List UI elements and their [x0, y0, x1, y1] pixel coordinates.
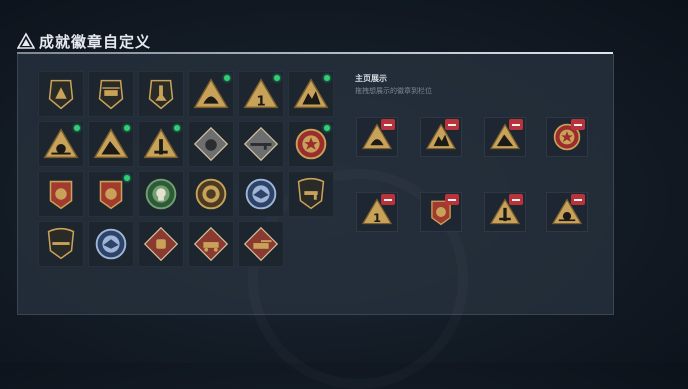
new-indicator-dot: [124, 125, 130, 131]
badge-tile[interactable]: [38, 71, 84, 117]
showcase-slot[interactable]: [356, 117, 398, 157]
remove-badge-button[interactable]: [509, 119, 523, 130]
new-indicator-dot: [174, 125, 180, 131]
showcase-slot[interactable]: [420, 192, 462, 232]
badge-tile[interactable]: [288, 71, 334, 117]
pyramid-shield-badge-icon: [48, 79, 74, 110]
svg-text:1: 1: [373, 211, 381, 225]
grenade-diamond-badge-icon: [193, 126, 229, 162]
badge-tile[interactable]: [88, 171, 134, 217]
eagle-blue-crest-badge-icon: [95, 228, 127, 260]
badge-tile[interactable]: [88, 71, 134, 117]
badge-tile[interactable]: [188, 71, 234, 117]
vehicle-red-diamond-badge-icon: [193, 226, 229, 262]
badge-tile[interactable]: [138, 171, 184, 217]
header: 成就徽章自定义: [17, 30, 151, 52]
fist-red-diamond-badge-icon: [143, 226, 179, 262]
badge-tile[interactable]: [38, 171, 84, 217]
badge-tile[interactable]: [188, 121, 234, 167]
svg-text:1: 1: [256, 94, 265, 109]
showcase-slot[interactable]: [484, 117, 526, 157]
badge-tile[interactable]: [138, 121, 184, 167]
new-indicator-dot: [324, 125, 330, 131]
badge-tile[interactable]: [188, 221, 234, 267]
badge-tile[interactable]: 1: [238, 71, 284, 117]
tank-red-diamond-badge-icon: [243, 226, 279, 262]
badge-tile[interactable]: [288, 171, 334, 217]
badge-tile[interactable]: [88, 121, 134, 167]
badge-tile[interactable]: [288, 121, 334, 167]
remove-badge-button[interactable]: [571, 119, 585, 130]
new-indicator-dot: [74, 125, 80, 131]
remove-badge-button[interactable]: [381, 194, 395, 205]
badge-tile[interactable]: [38, 221, 84, 267]
new-indicator-dot: [224, 75, 230, 81]
new-indicator-dot: [124, 175, 130, 181]
remove-badge-button[interactable]: [445, 194, 459, 205]
rocket-shield-badge-icon: [148, 79, 174, 110]
badge-tile[interactable]: [188, 171, 234, 217]
remove-badge-button[interactable]: [381, 119, 395, 130]
showcase-slot[interactable]: [484, 192, 526, 232]
page-title: 成就徽章自定义: [39, 32, 152, 51]
badge-tile[interactable]: [88, 221, 134, 267]
rifle-diamond-badge-icon: [243, 126, 279, 162]
minus-icon: [448, 123, 456, 126]
warning-triangle-icon: [17, 32, 35, 49]
showcase-slot[interactable]: [420, 117, 462, 157]
showcase-slot[interactable]: [546, 192, 588, 232]
skull-medal-badge-icon: [145, 178, 177, 210]
new-indicator-dot: [324, 75, 330, 81]
remove-badge-button[interactable]: [445, 119, 459, 130]
minus-icon: [448, 198, 456, 201]
minus-icon: [512, 123, 520, 126]
badge-grid: 1: [38, 71, 338, 271]
rifle-shield-badge-icon: [47, 227, 75, 260]
badge-tile[interactable]: [38, 121, 84, 167]
minus-icon: [384, 198, 392, 201]
sun-red-crest-badge-icon: [49, 180, 73, 210]
minus-icon: [384, 123, 392, 126]
helicopter-shield-badge-icon: [98, 79, 124, 110]
badge-tile[interactable]: [238, 171, 284, 217]
showcase-title: 主页展示: [355, 74, 387, 83]
badge-tile[interactable]: [238, 221, 284, 267]
eagle-blue-crest-badge-icon: [245, 178, 277, 210]
minus-icon: [574, 198, 582, 201]
badge-tile[interactable]: [138, 221, 184, 267]
remove-badge-button[interactable]: [571, 194, 585, 205]
wreath-medal-badge-icon: [195, 178, 227, 210]
new-indicator-dot: [274, 75, 280, 81]
showcase-subtitle: 拖拽想展示的徽章到栏位: [355, 87, 432, 95]
minus-icon: [574, 123, 582, 126]
showcase-slot[interactable]: [546, 117, 588, 157]
showcase-slot[interactable]: 1: [356, 192, 398, 232]
badge-tile[interactable]: [138, 71, 184, 117]
remove-badge-button[interactable]: [509, 194, 523, 205]
pistol-shield-badge-icon: [297, 177, 325, 210]
minus-icon: [512, 198, 520, 201]
badge-tile[interactable]: [238, 121, 284, 167]
